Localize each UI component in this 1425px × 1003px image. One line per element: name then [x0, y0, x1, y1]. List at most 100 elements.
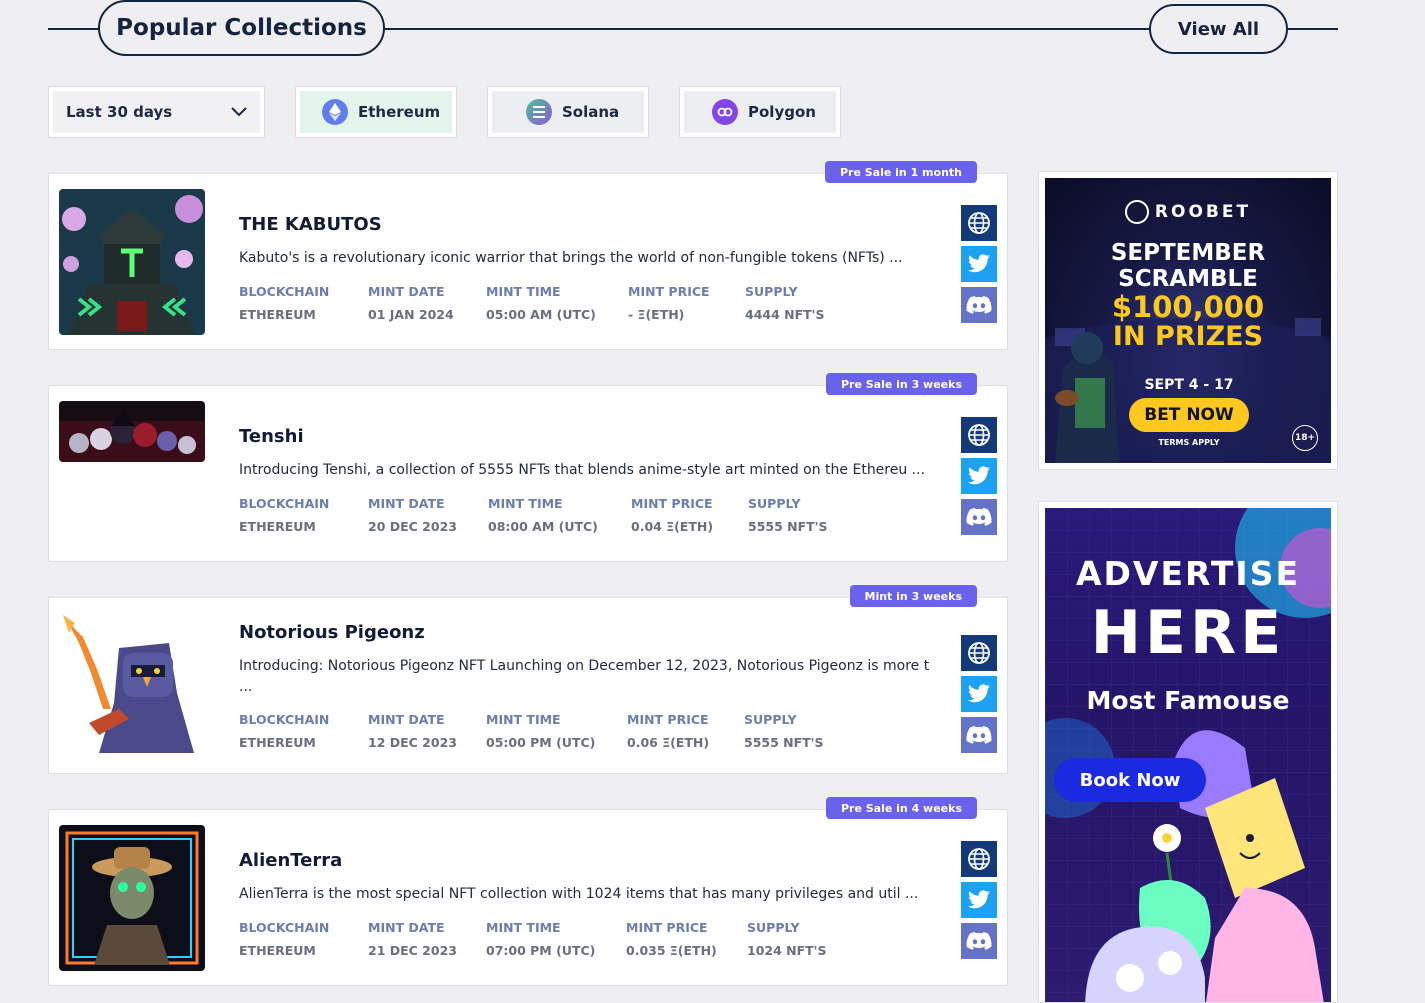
roobet-ad[interactable]: ROOBET SEPTEMBER SCRAMBLE $100,000 IN PR…: [1038, 171, 1338, 470]
status-badge: Pre Sale in 4 weeks: [825, 797, 977, 819]
discord-icon[interactable]: [961, 499, 997, 535]
collection-card[interactable]: Pre Sale in 3 weeks Tenshi Introducing T…: [48, 373, 1008, 562]
collection-meta: BLOCKCHAIN ETHEREUM MINT DATE 01 JAN 2024 …: [239, 284, 825, 322]
blockchain-label: BLOCKCHAIN: [239, 284, 330, 299]
roobet-dates: SEPT 4 - 17: [1144, 377, 1234, 393]
collection-name[interactable]: Tenshi: [239, 426, 304, 447]
supply-label: SUPPLY: [744, 712, 797, 727]
roobet-prize: $100,000: [1111, 290, 1265, 324]
age-badge: 18+: [1292, 425, 1318, 451]
discord-icon[interactable]: [961, 287, 997, 323]
website-icon[interactable]: [961, 635, 997, 671]
mint-price-value: 0.04 Ξ(ETH): [631, 519, 714, 534]
roobet-headline-2: SCRAMBLE: [1118, 266, 1258, 292]
mint-price-value: 0.035 Ξ(ETH): [626, 943, 717, 958]
blockchain-value: ETHEREUM: [239, 307, 316, 322]
collection-meta: BLOCKCHAIN ETHEREUM MINT DATE 21 DEC 2023 …: [239, 920, 827, 958]
collection-name[interactable]: Notorious Pigeonz: [239, 622, 425, 643]
mint-date-label: MINT DATE: [368, 712, 445, 727]
supply-label: SUPPLY: [748, 496, 801, 511]
blockchain-label: BLOCKCHAIN: [239, 920, 330, 935]
collection-card[interactable]: Pre Sale in 1 month THE KABUTOS Kabuto's…: [48, 161, 1008, 350]
twitter-icon[interactable]: [961, 246, 997, 282]
social-links: [961, 635, 997, 753]
collection-description: Kabuto's is a revolutionary iconic warri…: [239, 250, 903, 266]
mint-date-value: 20 DEC 2023: [368, 519, 457, 534]
roobet-logo: ROOBET: [1045, 200, 1331, 224]
collection-thumbnail[interactable]: [59, 189, 205, 335]
social-links: [961, 841, 997, 959]
mint-date-label: MINT DATE: [368, 920, 445, 935]
section-title: Popular Collections: [98, 0, 385, 56]
supply-label: SUPPLY: [745, 284, 798, 299]
roobet-headline-1: SEPTEMBER: [1110, 240, 1266, 266]
solana-icon: [526, 99, 552, 125]
chain-filter-polygon[interactable]: Polygon: [679, 86, 841, 138]
bet-now-button[interactable]: BET NOW: [1129, 398, 1249, 432]
social-links: [961, 205, 997, 323]
website-icon[interactable]: [961, 417, 997, 453]
collection-name[interactable]: AlienTerra: [239, 850, 342, 871]
mint-date-value: 21 DEC 2023: [368, 943, 457, 958]
advertise-here: HERE: [1090, 598, 1286, 668]
discord-icon[interactable]: [961, 923, 997, 959]
twitter-icon[interactable]: [961, 676, 997, 712]
date-range-select[interactable]: Last 30 days: [48, 86, 265, 138]
collection-description: AlienTerra is the most special NFT colle…: [239, 886, 919, 902]
collection-description: Introducing Tenshi, a collection of 5555…: [239, 462, 926, 478]
view-all-button[interactable]: View All: [1149, 4, 1288, 54]
blockchain-value: ETHEREUM: [239, 943, 316, 958]
social-links: [961, 417, 997, 535]
collection-thumbnail[interactable]: [59, 401, 205, 462]
chain-label-solana: Solana: [562, 103, 620, 121]
collection-meta: BLOCKCHAIN ETHEREUM MINT DATE 12 DEC 2023 …: [239, 712, 824, 750]
date-range-label: Last 30 days: [66, 103, 173, 121]
chain-label-polygon: Polygon: [748, 103, 816, 121]
mint-price-label: MINT PRICE: [626, 920, 708, 935]
website-icon[interactable]: [961, 205, 997, 241]
collection-card[interactable]: Mint in 3 weeks Notorious Pigeonz Introd…: [48, 585, 1008, 774]
blockchain-value: ETHEREUM: [239, 519, 316, 534]
status-badge: Pre Sale in 1 month: [824, 161, 977, 183]
mint-time-value: 08:00 AM (UTC): [488, 519, 598, 534]
status-badge: Pre Sale in 3 weeks: [825, 373, 977, 395]
mint-time-label: MINT TIME: [488, 496, 563, 511]
website-icon[interactable]: [961, 841, 997, 877]
mint-price-label: MINT PRICE: [628, 284, 710, 299]
roobet-terms: TERMS APPLY: [1158, 438, 1220, 447]
roobet-brand: ROOBET: [1154, 202, 1252, 222]
mint-time-label: MINT TIME: [486, 712, 561, 727]
mint-date-label: MINT DATE: [368, 496, 445, 511]
header-rule-middle: [384, 28, 1151, 30]
discord-icon[interactable]: [961, 717, 997, 753]
supply-value: 5555 NFT'S: [748, 519, 828, 534]
blockchain-label: BLOCKCHAIN: [239, 496, 330, 511]
mint-time-label: MINT TIME: [486, 920, 561, 935]
supply-value: 4444 NFT'S: [745, 307, 825, 322]
chain-label-ethereum: Ethereum: [358, 103, 441, 121]
advertise-headline: ADVERTISE: [1075, 554, 1301, 593]
header-rule-right: [1287, 28, 1338, 30]
mint-price-value: 0.06 Ξ(ETH): [627, 735, 710, 750]
roobet-prize-sub: IN PRIZES: [1112, 321, 1264, 352]
supply-value: 1024 NFT'S: [747, 943, 827, 958]
status-badge: Mint in 3 weeks: [849, 585, 977, 607]
chain-filter-ethereum[interactable]: Ethereum: [295, 86, 457, 138]
advertise-ad[interactable]: ADVERTISE HERE Most Famouse Book Now: [1038, 501, 1338, 1003]
collection-card[interactable]: Pre Sale in 4 weeks AlienTerra AlienTerr…: [48, 797, 1008, 986]
mint-date-value: 01 JAN 2024: [368, 307, 454, 322]
header-rule-left: [48, 28, 100, 30]
ethereum-icon: [322, 99, 348, 125]
twitter-icon[interactable]: [961, 882, 997, 918]
chain-filter-solana[interactable]: Solana: [487, 86, 649, 138]
mint-price-label: MINT PRICE: [631, 496, 713, 511]
mint-price-label: MINT PRICE: [627, 712, 709, 727]
polygon-icon: [712, 99, 738, 125]
mint-time-value: 07:00 PM (UTC): [486, 943, 596, 958]
collection-thumbnail[interactable]: [59, 825, 205, 971]
roobet-logo-icon: [1124, 200, 1149, 224]
twitter-icon[interactable]: [961, 458, 997, 494]
collection-name[interactable]: THE KABUTOS: [239, 214, 382, 235]
collection-thumbnail[interactable]: [59, 613, 205, 759]
book-now-button[interactable]: Book Now: [1054, 758, 1206, 802]
